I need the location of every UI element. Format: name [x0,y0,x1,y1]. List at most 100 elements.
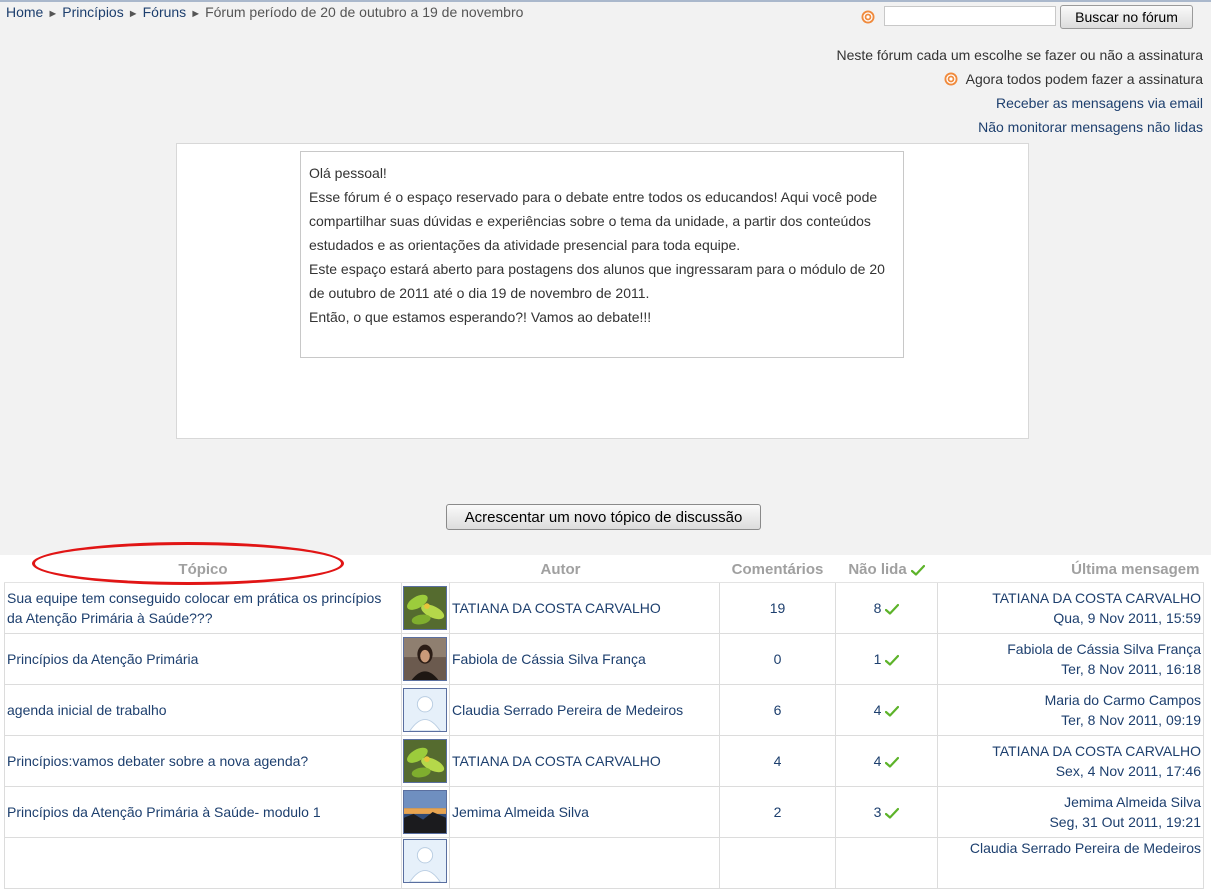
last-post-author[interactable]: TATIANA DA COSTA CARVALHO [940,588,1201,608]
top-border [0,0,1211,2]
avatar[interactable] [403,739,447,783]
header-replies[interactable]: Comentários [719,557,836,583]
breadcrumb: Home ► Princípios ► Fóruns ► Fórum período de … [6,4,523,22]
forum-intro-text: Olá pessoal! Esse fórum é o espaço reser… [300,151,904,358]
forum-search-input[interactable] [884,6,1056,26]
last-post-cell: TATIANA DA COSTA CARVALHO Sex, 4 Nov 2011… [937,735,1204,787]
avatar-cell [401,735,450,787]
last-post-cell: Claudia Serrado Pereira de Medeiros [937,837,1204,889]
avatar[interactable] [403,637,447,681]
email-digest-link[interactable]: Receber as mensagens via email [996,95,1203,111]
author-cell: TATIANA DA COSTA CARVALHO [449,582,720,634]
author-cell: Jemima Almeida Silva [449,786,720,838]
intro-line: Esse fórum é o espaço reservado para o d… [309,189,878,253]
last-post-author[interactable]: TATIANA DA COSTA CARVALHO [940,741,1201,761]
topic-link[interactable]: agenda inicial de trabalho [7,702,167,718]
rss-icon[interactable] [861,10,875,24]
topic-cell [4,837,402,889]
topic-link[interactable]: Princípios da Atenção Primária à Saúde- … [7,804,321,820]
replies-cell [719,837,836,889]
header-author[interactable]: Autor [401,557,720,583]
table-row: Sua equipe tem conseguido colocar em prá… [4,582,1204,634]
author-cell [449,837,720,889]
breadcrumb-forums[interactable]: Fóruns [143,4,187,20]
track-unread-link[interactable]: Não monitorar mensagens não lidas [978,119,1203,135]
breadcrumb-separator: ► [190,8,202,20]
replies-cell: 0 [719,633,836,685]
header-unread[interactable]: Não lida [835,557,938,583]
add-discussion-button[interactable]: Acrescentar um novo tópico de discussão [446,504,761,530]
breadcrumb-home[interactable]: Home [6,4,43,20]
author-cell: Fabiola de Cássia Silva França [449,633,720,685]
last-post-author[interactable]: Jemima Almeida Silva [940,792,1201,812]
author-link[interactable]: Jemima Almeida Silva [452,804,589,820]
replies-link[interactable]: 0 [774,651,782,667]
check-icon[interactable] [910,564,925,576]
topic-cell: Sua equipe tem conseguido colocar em prá… [4,582,402,634]
replies-cell: 4 [719,735,836,787]
check-icon[interactable] [885,807,900,819]
check-icon[interactable] [885,705,900,717]
check-icon[interactable] [885,654,900,666]
check-icon[interactable] [885,756,900,768]
author-link[interactable]: Fabiola de Cássia Silva França [452,651,646,667]
replies-link[interactable]: 2 [774,804,782,820]
intro-line: Olá pessoal! [309,165,387,181]
unread-link[interactable]: 4 [874,753,882,769]
unread-cell: 3 [835,786,938,838]
topic-link[interactable]: Princípios da Atenção Primária [7,651,198,667]
table-row: Princípios da Atenção Primária Fabiola d… [4,633,1204,685]
intro-line: Então, o que estamos esperando?! Vamos a… [309,309,652,325]
breadcrumb-current: Fórum período de 20 de outubro a 19 de n… [205,4,524,20]
topic-cell: Princípios da Atenção Primária à Saúde- … [4,786,402,838]
table-row: agenda inicial de trabalho Claudia Serra… [4,684,1204,736]
table-row: Claudia Serrado Pereira de Medeiros [4,837,1204,889]
avatar[interactable] [403,790,447,834]
replies-cell: 2 [719,786,836,838]
last-post-author[interactable]: Fabiola de Cássia Silva França [940,639,1201,659]
unread-cell: 4 [835,684,938,736]
forum-search-button[interactable]: Buscar no fórum [1060,5,1193,29]
avatar-cell [401,786,450,838]
last-post-date[interactable]: Qua, 9 Nov 2011, 15:59 [940,608,1201,628]
topic-link[interactable]: Princípios:vamos debater sobre a nova ag… [7,753,308,769]
table-row: Princípios da Atenção Primária à Saúde- … [4,786,1204,838]
subscription-everyone-text: Agora todos podem fazer a assinatura [965,71,1203,87]
replies-link[interactable]: 6 [774,702,782,718]
header-topic[interactable]: Tópico [4,557,402,583]
unread-link[interactable]: 3 [874,804,882,820]
avatar-cell [401,684,450,736]
author-link[interactable]: TATIANA DA COSTA CARVALHO [452,753,661,769]
author-link[interactable]: TATIANA DA COSTA CARVALHO [452,600,661,616]
unread-cell: 4 [835,735,938,787]
breadcrumb-course[interactable]: Princípios [62,4,123,20]
last-post-cell: Maria do Carmo Campos Ter, 8 Nov 2011, 09… [937,684,1204,736]
avatar-cell [401,582,450,634]
unread-link[interactable]: 8 [874,600,882,616]
last-post-date[interactable]: Ter, 8 Nov 2011, 16:18 [940,659,1201,679]
replies-link[interactable]: 4 [774,753,782,769]
header-unread-label: Não lida [848,561,907,578]
last-post-date[interactable]: Ter, 8 Nov 2011, 09:19 [940,710,1201,730]
last-post-date[interactable]: Sex, 4 Nov 2011, 17:46 [940,761,1201,781]
check-icon[interactable] [885,603,900,615]
unread-cell: 1 [835,633,938,685]
topic-link[interactable]: Sua equipe tem conseguido colocar em prá… [7,590,381,626]
last-post-author[interactable]: Maria do Carmo Campos [940,690,1201,710]
replies-link[interactable]: 19 [770,600,786,616]
avatar-cell [401,633,450,685]
author-link[interactable]: Claudia Serrado Pereira de Medeiros [452,702,683,718]
breadcrumb-separator: ► [47,8,59,20]
last-post-author[interactable]: Claudia Serrado Pereira de Medeiros [940,838,1201,858]
unread-link[interactable]: 4 [874,702,882,718]
rss-icon[interactable] [944,72,958,86]
unread-link[interactable]: 1 [874,651,882,667]
last-post-cell: Jemima Almeida Silva Seg, 31 Out 2011, 19… [937,786,1204,838]
last-post-date[interactable]: Seg, 31 Out 2011, 19:21 [940,812,1201,832]
breadcrumb-separator: ► [127,8,139,20]
header-last-post[interactable]: Última mensagem [937,557,1204,583]
avatar[interactable] [403,586,447,630]
avatar[interactable] [403,688,447,732]
avatar[interactable] [403,839,447,883]
avatar-cell [401,837,450,889]
